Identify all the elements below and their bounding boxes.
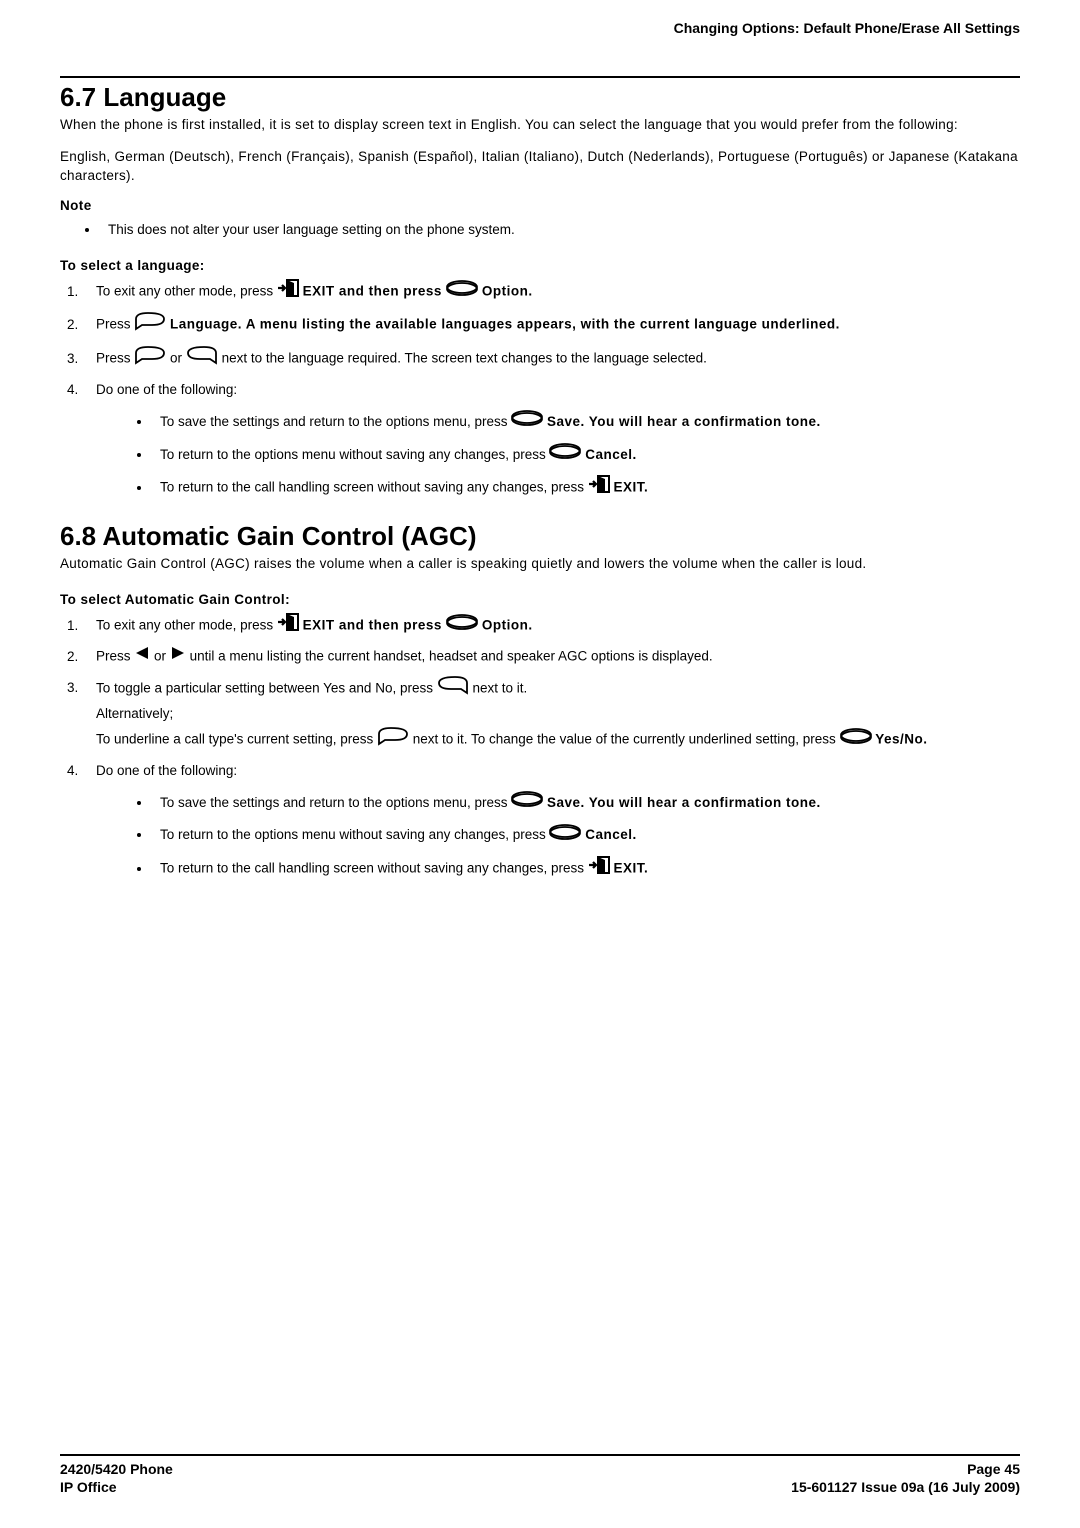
step-67-4b: To return to the options menu without sa… (152, 443, 1020, 468)
right-key-icon (134, 311, 166, 339)
step-68-2: Press or until a menu listing the curren… (82, 645, 1020, 669)
text: Yes/No. (875, 731, 927, 746)
softkey-icon (446, 280, 478, 304)
text: EXIT and then press (303, 284, 447, 299)
right-key-icon (134, 345, 166, 373)
exit-icon (588, 856, 610, 882)
right-key-icon (377, 726, 409, 754)
step-68-4c: To return to the call handling screen wi… (152, 856, 1020, 882)
step-68-4: Do one of the following: To save the set… (82, 760, 1020, 882)
step-67-4: Do one of the following: To save the set… (82, 379, 1020, 501)
text: To underline a call type's current setti… (96, 731, 377, 746)
note-label: Note (60, 198, 1020, 213)
left-key-icon (186, 345, 218, 373)
text: To exit any other mode, press (96, 618, 277, 633)
softkey-icon (446, 614, 478, 638)
text: Save. You will hear a confirmation tone. (547, 414, 821, 429)
arrow-right-icon (170, 645, 186, 669)
header-rule (60, 76, 1020, 78)
footer-left-1: 2420/5420 Phone (60, 1460, 173, 1478)
text: Option. (482, 618, 533, 633)
softkey-icon (549, 443, 581, 467)
page: Changing Options: Default Phone/Erase Al… (0, 0, 1080, 956)
page-footer: 2420/5420 Phone Page 45 IP Office 15-601… (60, 1454, 1020, 1496)
text: Do one of the following: (96, 382, 237, 397)
page-header-breadcrumb: Changing Options: Default Phone/Erase Al… (60, 20, 1020, 36)
footer-left-2: IP Office (60, 1478, 117, 1496)
step-67-3: Press or next to the language required. … (82, 345, 1020, 373)
text: Save. You will hear a confirmation tone. (547, 795, 821, 810)
section-title-agc: 6.8 Automatic Gain Control (AGC) (60, 521, 1020, 552)
left-key-icon (437, 675, 469, 703)
footer-right-2: 15-601127 Issue 09a (16 July 2009) (791, 1478, 1020, 1496)
para-67-2: English, German (Deutsch), French (Franç… (60, 147, 1020, 186)
text: EXIT. (614, 861, 649, 876)
para-68-1: Automatic Gain Control (AGC) raises the … (60, 554, 1020, 574)
exit-icon (588, 475, 610, 501)
softkey-icon (840, 728, 872, 752)
text: Cancel. (585, 827, 637, 842)
text: Option. (482, 284, 533, 299)
text: Language. A menu listing the available l… (170, 317, 840, 332)
footer-right-1: Page 45 (967, 1460, 1020, 1478)
section-title-language: 6.7 Language (60, 82, 1020, 113)
softkey-icon (511, 410, 543, 434)
step-67-4a: To save the settings and return to the o… (152, 410, 1020, 435)
step-68-4b: To return to the options menu without sa… (152, 823, 1020, 848)
text: Press (96, 351, 134, 366)
text: To save the settings and return to the o… (160, 414, 511, 429)
text: until a menu listing the current handset… (190, 649, 713, 664)
text: Press (96, 317, 134, 332)
text: next to the language required. The scree… (222, 351, 707, 366)
step-67-2: Press Language. A menu listing the avail… (82, 311, 1020, 339)
step-67-1: To exit any other mode, press EXIT and t… (82, 279, 1020, 305)
note-item: This does not alter your user language s… (100, 219, 1020, 241)
text: EXIT. (614, 480, 649, 495)
softkey-icon (549, 824, 581, 848)
exit-icon (277, 613, 299, 639)
text: Cancel. (585, 447, 637, 462)
subhead-select-language: To select a language: (60, 258, 1020, 273)
step-68-3: To toggle a particular setting between Y… (82, 675, 1020, 754)
step-67-4c: To return to the call handling screen wi… (152, 475, 1020, 501)
text: Do one of the following: (96, 763, 237, 778)
para-67-1: When the phone is first installed, it is… (60, 115, 1020, 135)
text: next to it. (472, 680, 527, 695)
text: or (170, 351, 186, 366)
text: To return to the options menu without sa… (160, 447, 549, 462)
exit-icon (277, 279, 299, 305)
text: next to it. To change the value of the c… (413, 731, 840, 746)
text: To save the settings and return to the o… (160, 795, 511, 810)
text: EXIT and then press (303, 618, 447, 633)
text: To exit any other mode, press (96, 284, 277, 299)
subhead-select-agc: To select Automatic Gain Control: (60, 592, 1020, 607)
step-68-4a: To save the settings and return to the o… (152, 791, 1020, 816)
text: To return to the call handling screen wi… (160, 861, 588, 876)
text: To toggle a particular setting between Y… (96, 680, 437, 695)
step-68-1: To exit any other mode, press EXIT and t… (82, 613, 1020, 639)
text: Alternatively; (96, 706, 173, 721)
text: Press (96, 649, 134, 664)
text: or (154, 649, 170, 664)
text: To return to the options menu without sa… (160, 827, 549, 842)
softkey-icon (511, 791, 543, 815)
arrow-left-icon (134, 645, 150, 669)
text: To return to the call handling screen wi… (160, 480, 588, 495)
